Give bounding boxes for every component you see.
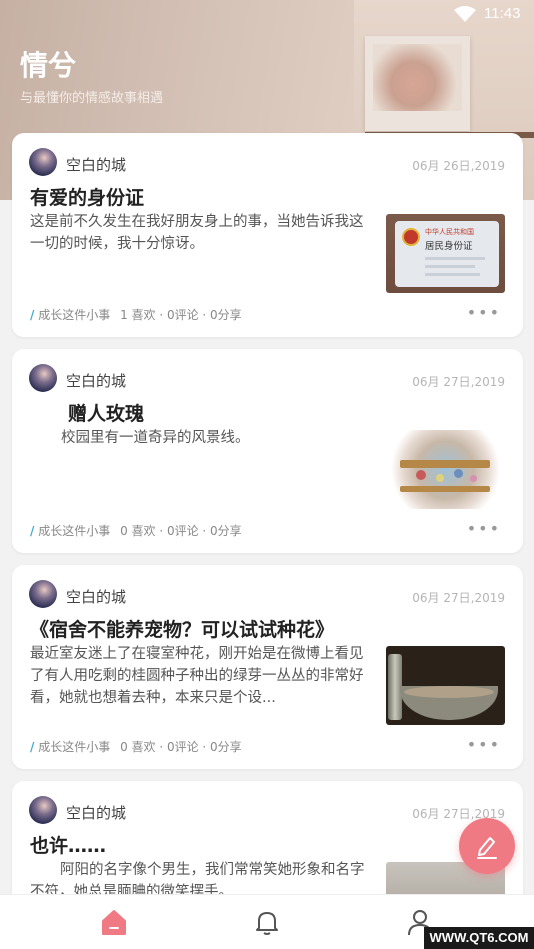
- post-author[interactable]: 空白的城: [66, 370, 126, 391]
- home-icon[interactable]: [99, 907, 129, 937]
- post-meta: / 成长这件小事 1 喜欢 · 0评论 · 0分享: [30, 308, 242, 322]
- status-time: 11:43: [484, 5, 521, 22]
- post-title[interactable]: 也许……: [30, 831, 106, 858]
- post-meta: / 成长这件小事 0 喜欢 · 0评论 · 0分享: [30, 740, 242, 754]
- post-thumbnail[interactable]: [386, 430, 505, 509]
- app-subtitle: 与最懂你的情感故事相遇: [20, 91, 164, 106]
- post-title[interactable]: 《宿舍不能养宠物？可以试试种花》: [30, 615, 334, 642]
- header-photo: [365, 36, 470, 131]
- post-date: 06月 27日,2019: [412, 591, 505, 605]
- post-thumbnail[interactable]: 中华人民共和国 居民身份证: [386, 214, 505, 293]
- post-card[interactable]: 空白的城 06月 26日,2019 有爱的身份证 这是前不久发生在我好朋友身上的…: [12, 133, 523, 337]
- post-title[interactable]: 有爱的身份证: [30, 183, 144, 210]
- more-icon[interactable]: •••: [467, 519, 501, 538]
- post-category[interactable]: 成长这件小事: [38, 524, 110, 538]
- post-title[interactable]: 赠人玫瑰: [68, 399, 144, 426]
- post-card[interactable]: 空白的城 06月 27日,2019 《宿舍不能养宠物？可以试试种花》 最近室友迷…: [12, 565, 523, 769]
- app-title: 情兮: [20, 49, 77, 82]
- post-author[interactable]: 空白的城: [66, 586, 126, 607]
- post-excerpt: 最近室友迷上了在寝室种花，刚开始是在微博上看见了有人用吃剩的桂圆种子种出的绿芽一…: [30, 646, 364, 706]
- compose-button[interactable]: [459, 818, 515, 874]
- post-excerpt: 这是前不久发生在我好朋友身上的事，当她告诉我这一切的时候，我十分惊讶。: [30, 214, 364, 252]
- pen-icon: [477, 837, 497, 859]
- post-meta: / 成长这件小事 0 喜欢 · 0评论 · 0分享: [30, 524, 242, 538]
- post-card[interactable]: 空白的城 06月 27日,2019 赠人玫瑰 校园里有一道奇异的风景线。 / 成…: [12, 349, 523, 553]
- bell-icon[interactable]: [252, 907, 282, 937]
- post-date: 06月 27日,2019: [412, 375, 505, 389]
- watermark: WWW.QT6.COM: [424, 927, 534, 949]
- avatar[interactable]: [29, 148, 57, 176]
- post-thumbnail[interactable]: [386, 646, 505, 725]
- post-category[interactable]: 成长这件小事: [38, 740, 110, 754]
- post-excerpt: 校园里有一道奇异的风景线。: [61, 430, 250, 446]
- more-icon[interactable]: •••: [467, 303, 501, 322]
- post-stats: 0 喜欢 · 0评论 · 0分享: [120, 740, 242, 754]
- post-author[interactable]: 空白的城: [66, 802, 126, 823]
- avatar[interactable]: [29, 364, 57, 392]
- emblem-icon: [402, 228, 420, 246]
- avatar[interactable]: [29, 796, 57, 824]
- wifi-icon: [454, 6, 476, 22]
- post-author[interactable]: 空白的城: [66, 154, 126, 175]
- avatar[interactable]: [29, 580, 57, 608]
- post-date: 06月 26日,2019: [412, 159, 505, 173]
- status-bar: 11:43: [0, 0, 534, 30]
- post-stats: 0 喜欢 · 0评论 · 0分享: [120, 524, 242, 538]
- post-stats: 1 喜欢 · 0评论 · 0分享: [120, 308, 242, 322]
- post-category[interactable]: 成长这件小事: [38, 308, 110, 322]
- more-icon[interactable]: •••: [467, 735, 501, 754]
